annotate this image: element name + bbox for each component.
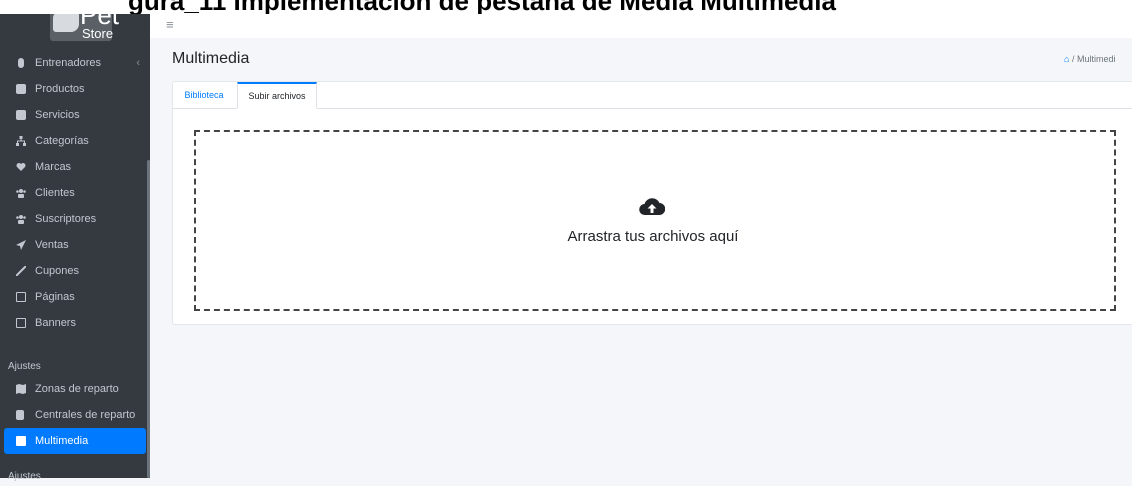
tab-biblioteca[interactable]: Biblioteca	[175, 82, 233, 108]
sidebar-item-label: Banners	[35, 317, 76, 329]
logo-line2: Store	[82, 26, 114, 41]
cloud-upload-icon	[639, 195, 666, 219]
top-navbar: ≡	[150, 14, 1132, 38]
caption-text: gura_11 Implementación de pestaña de Med…	[128, 0, 836, 14]
sidebar-item-label: Productos	[35, 83, 85, 95]
sidebar-item-productos[interactable]: Productos	[0, 76, 150, 102]
sidebar-item-multimedia[interactable]: Multimedia	[4, 428, 146, 454]
person-icon	[18, 58, 24, 68]
tab-bar: Biblioteca Subir archivos	[173, 82, 1132, 109]
sidebar: Pet Store Entrenadores ‹ Productos Servic…	[0, 0, 150, 482]
sidebar-item-label: Ventas	[35, 239, 69, 251]
sidebar-scrollbar[interactable]	[147, 160, 150, 478]
sidebar-item-zonas[interactable]: Zonas de reparto	[0, 376, 150, 402]
sidebar-item-label: Entrenadores	[35, 57, 102, 69]
building-icon	[16, 410, 24, 420]
box-icon	[16, 84, 26, 94]
sidebar-item-label: Servicios	[35, 109, 80, 121]
sidebar-item-label: Multimedia	[35, 435, 89, 447]
menu-toggle-icon[interactable]: ≡	[166, 17, 174, 32]
sidebar-item-label: Categorías	[35, 135, 89, 147]
media-card: Biblioteca Subir archivos Arrastra tus a…	[172, 81, 1132, 325]
sidebar-item-marcas[interactable]: Marcas	[0, 154, 150, 180]
document-caption: gura_11 Implementación de pestaña de Med…	[0, 0, 1132, 14]
users-icon	[16, 214, 26, 224]
sidebar-item-label: Centrales de reparto	[35, 409, 136, 421]
sidebar-item-categorias[interactable]: Categorías	[0, 128, 150, 154]
sidebar-item-clientes[interactable]: Clientes	[0, 180, 150, 206]
sidebar-item-ventas[interactable]: Ventas	[0, 232, 150, 258]
sidebar-item-servicios[interactable]: Servicios	[0, 102, 150, 128]
box-icon	[16, 110, 26, 120]
nav-section-ajustes: Ajustes	[8, 361, 41, 372]
nav-section-ajustes-2: Ajustes	[8, 471, 41, 482]
sidebar-nav: Entrenadores ‹ Productos Servicios Catego…	[0, 50, 150, 486]
sidebar-item-banners[interactable]: Banners	[0, 310, 150, 336]
page-title: Multimedia	[172, 50, 250, 67]
sidebar-item-entrenadores[interactable]: Entrenadores ‹	[0, 50, 150, 76]
image-icon	[16, 436, 26, 446]
upload-dropzone[interactable]	[194, 130, 1116, 311]
home-icon[interactable]: ⌂	[1064, 54, 1069, 64]
sidebar-item-label: Suscriptores	[35, 213, 97, 225]
sidebar-item-paginas[interactable]: Páginas	[0, 284, 150, 310]
sidebar-item-suscriptores[interactable]: Suscriptores	[0, 206, 150, 232]
sidebar-item-centrales[interactable]: Centrales de reparto	[0, 402, 150, 428]
send-icon	[16, 240, 26, 250]
users-icon	[16, 188, 26, 198]
sidebar-item-label: Zonas de reparto	[35, 383, 119, 395]
map-icon	[16, 384, 26, 394]
sidebar-item-label: Cupones	[35, 265, 80, 277]
sidebar-item-cupones[interactable]: Cupones	[0, 258, 150, 284]
breadcrumb: ⌂ / Multimedi	[1064, 54, 1115, 64]
sidebar-item-label: Marcas	[35, 161, 72, 173]
image-icon	[16, 318, 26, 328]
file-icon	[16, 292, 26, 302]
sidebar-item-label: Páginas	[35, 291, 75, 303]
sidebar-item-label: Clientes	[35, 187, 75, 199]
chevron-left-icon: ‹	[136, 57, 140, 69]
dropzone-text: Arrastra tus archivos aquí	[567, 228, 739, 245]
sitemap-icon	[16, 136, 26, 146]
tag-icon	[15, 265, 27, 277]
tab-subir-archivos[interactable]: Subir archivos	[237, 82, 317, 109]
breadcrumb-current: / Multimedi	[1071, 54, 1116, 64]
pet-icon	[53, 12, 79, 32]
heart-icon	[16, 162, 26, 172]
